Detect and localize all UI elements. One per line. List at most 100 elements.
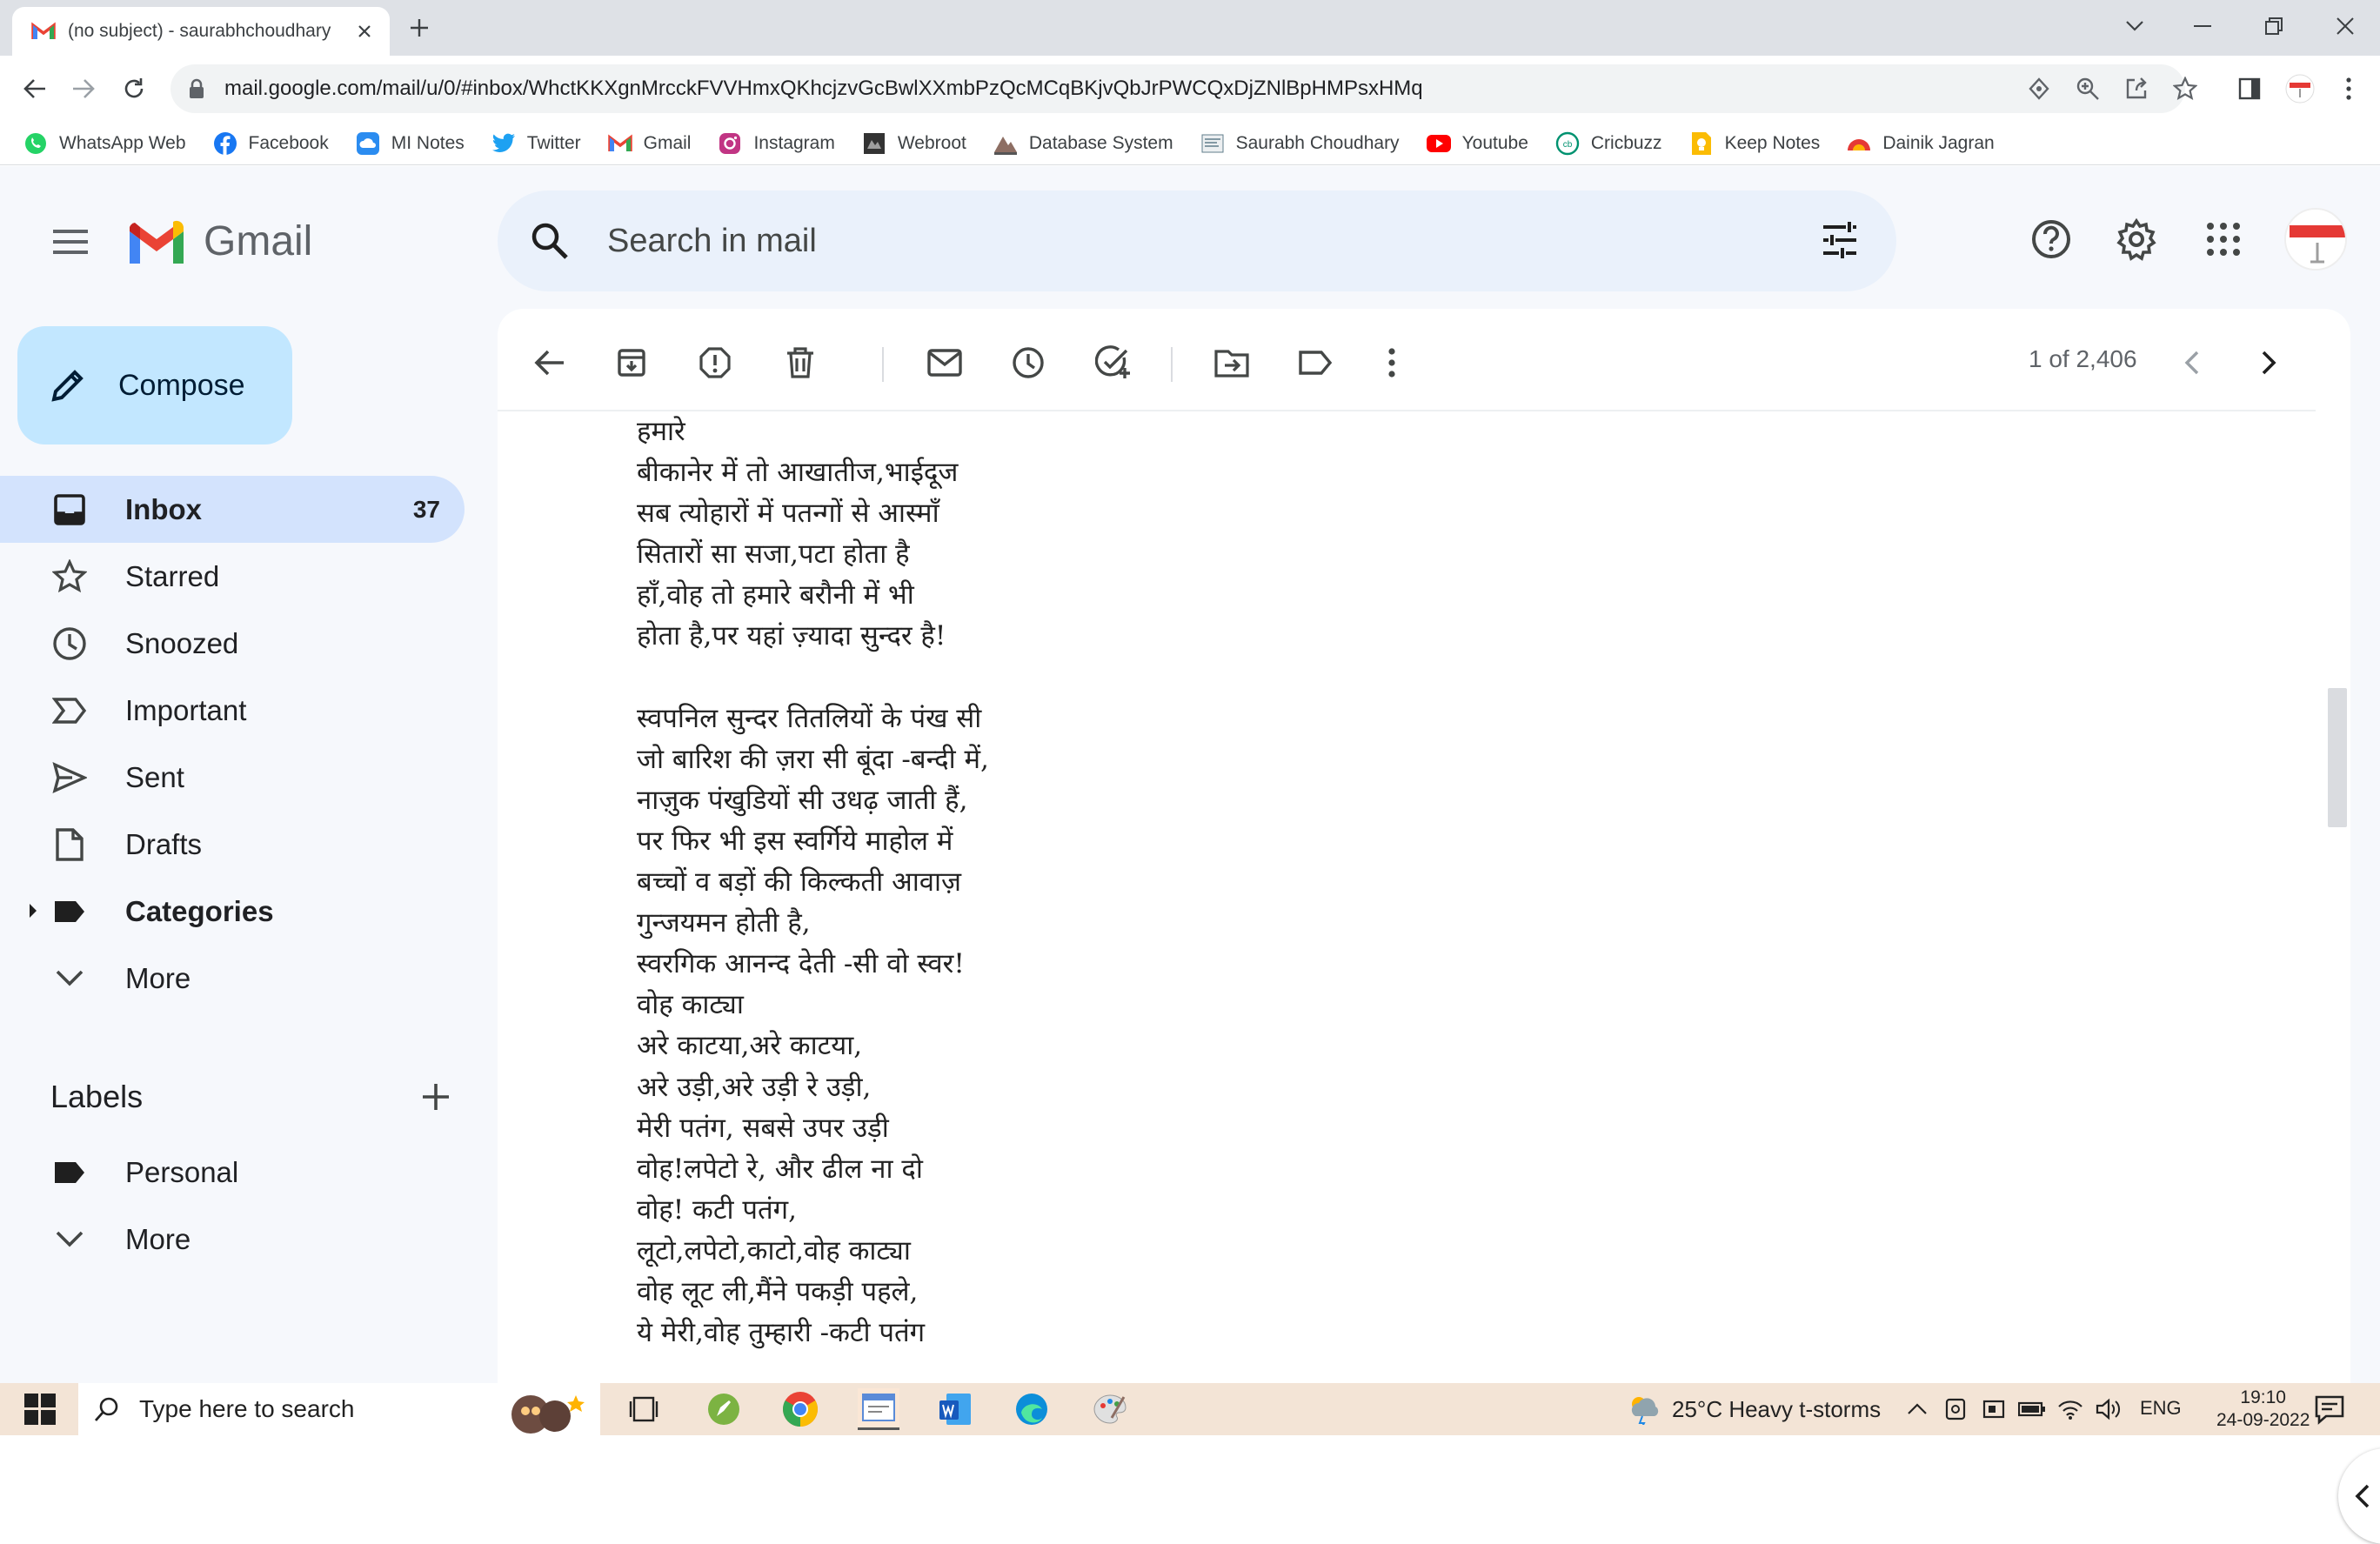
bookmark-item[interactable]: Instagram [717,130,835,157]
expand-arrow-icon[interactable] [28,902,38,919]
sidebar-item-inbox[interactable]: Inbox 37 [0,476,465,543]
weather-text[interactable]: 25°C Heavy t-storms [1672,1396,1881,1423]
address-bar[interactable]: mail.google.com/mail/u/0/#inbox/WhctKKXg… [170,64,2185,113]
wifi-icon[interactable] [2055,1394,2086,1425]
zoom-icon[interactable] [2072,73,2103,104]
sidebar-item-label: More [125,961,191,994]
gmail-logo-text: Gmail [204,217,313,264]
sidebar-item-important[interactable]: Important [0,677,465,744]
main-menu-icon[interactable] [49,220,92,264]
sidebar-item-more[interactable]: More [0,945,465,1012]
pen-app-icon[interactable] [703,1388,745,1430]
sidebar-item-more[interactable]: More [0,1206,465,1273]
account-avatar[interactable] [2284,208,2347,271]
share-icon[interactable] [2121,73,2152,104]
mark-unread-icon[interactable] [924,342,966,384]
sidebar-item-categories[interactable]: Categories [0,878,465,945]
minimize-button[interactable] [2185,9,2220,43]
reload-button[interactable] [117,71,151,106]
add-to-tasks-icon[interactable] [1093,342,1134,384]
bookmark-item[interactable]: WhatsApp Web [23,130,186,157]
google-apps-icon[interactable] [2199,215,2248,264]
label-as-icon[interactable] [1294,342,1336,384]
browser-menu-icon[interactable] [2333,73,2364,104]
create-label-icon[interactable] [421,1082,451,1112]
sidebar-item-label: Categories [125,894,274,927]
bookmark-item[interactable]: Twitter [491,130,581,157]
more-actions-icon[interactable] [1371,342,1413,384]
word-icon[interactable] [934,1388,976,1430]
tab-search-icon[interactable] [2117,9,2152,43]
snooze-icon[interactable] [1007,342,1049,384]
cricbuzz-icon: cb [1554,130,1581,157]
windows-start-icon[interactable] [24,1394,56,1425]
search-bar[interactable] [498,190,1896,291]
delete-icon[interactable] [779,342,821,384]
pagination-text: 1 of 2,406 [2029,345,2137,372]
task-view-icon[interactable] [623,1388,665,1430]
new-tab-button[interactable] [405,14,433,42]
tray-app-icon[interactable] [1940,1394,1971,1425]
weather-icon[interactable] [1627,1394,1661,1425]
tray-usb-icon[interactable] [1978,1394,2009,1425]
bookmark-item[interactable]: Saurabh Choudhary [1200,130,1400,157]
sidebar-item-snoozed[interactable]: Snoozed [0,610,465,677]
bookmark-item[interactable]: Webroot [861,130,966,157]
search-icon[interactable] [529,220,571,262]
newer-message-icon[interactable] [2171,342,2213,384]
database-icon [993,130,1019,157]
control-panel-icon[interactable] [858,1388,899,1430]
chevron-up-icon[interactable] [1902,1394,1933,1425]
bookmark-item[interactable]: Facebook [212,130,329,157]
browser-tab-active[interactable]: (no subject) - saurabhchoudhary [12,7,390,56]
bookmark-item[interactable]: MI Notes [355,130,465,157]
notifications-icon[interactable] [2314,1394,2345,1425]
sidebar-item-personal[interactable]: Personal [0,1139,465,1206]
older-message-icon[interactable] [2248,342,2290,384]
toolbar-divider [1171,347,1173,382]
settings-gear-icon[interactable] [2112,215,2161,264]
clock[interactable]: 19:10 24-09-2022 [2216,1387,2310,1432]
search-input[interactable] [607,215,1738,267]
search-options-icon[interactable] [1820,220,1860,260]
profile-avatar-small[interactable] [2284,73,2316,104]
star-icon [50,558,89,596]
language-indicator[interactable]: ENG [2140,1397,2182,1420]
gmail-logo[interactable]: Gmail [125,217,312,265]
facebook-icon [212,130,238,157]
close-window-button[interactable] [2328,9,2363,43]
message-line: नाज़ुक पंखुडियों सी उधढ़ जाती हैं, [637,784,968,816]
bookmark-item[interactable]: Gmail [607,130,691,157]
bookmark-item[interactable]: Keep Notes [1688,130,1820,157]
volume-icon[interactable] [2093,1394,2124,1425]
forward-button[interactable] [66,71,101,106]
bookmark-item[interactable]: cb Cricbuzz [1554,130,1662,157]
extension-icon[interactable] [2023,73,2055,104]
restore-button[interactable] [2256,9,2291,43]
taskbar-search-box[interactable]: Type here to search [78,1383,600,1435]
help-icon[interactable] [2027,215,2076,264]
bookmark-item[interactable]: Dainik Jagran [1846,130,1995,157]
edge-icon[interactable] [1011,1388,1053,1430]
sidebar-item-starred[interactable]: Starred [0,543,465,610]
compose-button[interactable]: Compose [17,326,292,444]
battery-icon[interactable] [2016,1394,2048,1425]
lock-icon[interactable] [188,78,209,99]
archive-icon[interactable] [611,342,652,384]
sidebar-item-drafts[interactable]: Drafts [0,811,465,878]
bookmark-star-icon[interactable] [2169,73,2201,104]
page-icon [1200,130,1226,157]
paint-icon[interactable] [1089,1388,1131,1430]
back-to-inbox-icon[interactable] [529,342,571,384]
chrome-icon[interactable] [779,1388,821,1430]
bookmark-item[interactable]: Database System [993,130,1173,157]
sidebar-item-sent[interactable]: Sent [0,744,465,811]
bookmark-item[interactable]: Youtube [1426,130,1528,157]
move-to-icon[interactable] [1211,342,1253,384]
scrollbar-thumb[interactable] [2328,688,2347,827]
report-spam-icon[interactable] [694,342,736,384]
side-panel-icon[interactable] [2234,73,2265,104]
back-button[interactable] [17,71,52,106]
show-side-panel-button[interactable] [2338,1448,2380,1544]
tab-close-icon[interactable] [353,20,376,43]
